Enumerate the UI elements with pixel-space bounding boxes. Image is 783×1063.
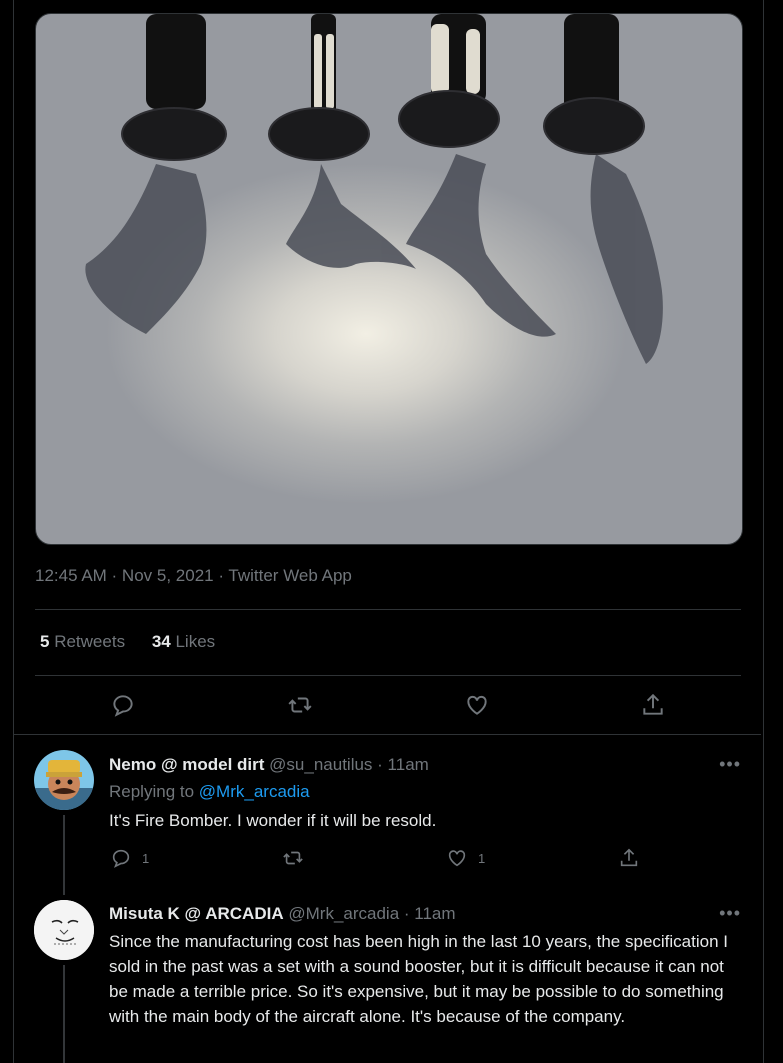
author-name[interactable]: Nemo @ model dirt xyxy=(109,755,264,774)
reply-tweet[interactable]: Misuta K @ ARCADIA @Mrk_arcadia · 11am •… xyxy=(14,895,761,1063)
like-icon xyxy=(448,850,466,867)
reply-count: 1 xyxy=(142,850,150,866)
retweet-icon xyxy=(283,851,303,865)
reply-button[interactable]: 1 xyxy=(110,847,149,869)
reply-icon xyxy=(112,849,130,868)
replying-to-label: Replying to xyxy=(109,782,195,801)
author-name[interactable]: Misuta K @ ARCADIA xyxy=(109,904,284,923)
reply-header: Nemo @ model dirt @su_nautilus · 11am xyxy=(109,755,429,775)
replying-to-link[interactable]: @Mrk_arcadia xyxy=(199,782,310,801)
tweet-stats: 5 Retweets 34 Likes xyxy=(40,632,237,652)
share-icon xyxy=(643,693,663,715)
avatar[interactable] xyxy=(34,900,94,960)
like-button[interactable] xyxy=(462,690,492,720)
like-icon xyxy=(467,695,487,715)
likes-stat[interactable]: 34 Likes xyxy=(152,632,215,651)
reply-tweet[interactable]: Nemo @ model dirt @su_nautilus · 11am ••… xyxy=(14,735,761,895)
divider xyxy=(35,609,741,610)
reply-icon xyxy=(113,695,133,717)
more-icon[interactable]: ••• xyxy=(719,754,741,775)
retweets-stat[interactable]: 5 Retweets xyxy=(40,632,125,651)
tweet-photo[interactable] xyxy=(35,13,743,545)
thread-line xyxy=(63,965,65,1063)
reply-text: Since the manufacturing cost has been hi… xyxy=(109,932,728,1026)
retweet-icon xyxy=(288,697,312,713)
share-button[interactable] xyxy=(638,690,668,720)
reply-actions: 1 1 xyxy=(14,847,761,871)
retweets-count: 5 xyxy=(40,632,50,651)
avatar[interactable] xyxy=(34,750,94,810)
reply-button[interactable] xyxy=(108,690,138,720)
retweet-button[interactable] xyxy=(282,847,314,869)
likes-label: Likes xyxy=(175,632,216,651)
avatar-image xyxy=(34,900,94,960)
like-count: 1 xyxy=(478,850,486,866)
tweet-timestamp[interactable]: 12:45 AM · Nov 5, 2021 · Twitter Web App xyxy=(35,566,352,586)
divider xyxy=(35,675,741,676)
author-handle[interactable]: @Mrk_arcadia xyxy=(288,904,399,923)
retweets-label: Retweets xyxy=(54,632,126,651)
share-icon xyxy=(620,848,638,867)
share-button[interactable] xyxy=(618,847,650,869)
reply-header: Misuta K @ ARCADIA @Mrk_arcadia · 11am xyxy=(109,904,456,924)
likes-count: 34 xyxy=(151,632,171,651)
replying-to: Replying to @Mrk_arcadia xyxy=(109,782,310,802)
reply-text: It's Fire Bomber. I wonder if it will be… xyxy=(109,811,437,830)
author-handle[interactable]: @su_nautilus xyxy=(269,755,372,774)
retweet-button[interactable] xyxy=(285,690,315,720)
reply-time[interactable]: · 11am xyxy=(404,904,456,923)
tweet-actions xyxy=(0,690,783,720)
reply-time[interactable]: · 11am xyxy=(377,755,429,774)
photo-figures-shadows xyxy=(85,14,663,364)
like-button[interactable]: 1 xyxy=(446,847,485,869)
more-icon[interactable]: ••• xyxy=(719,903,741,924)
avatar-image xyxy=(34,750,94,810)
